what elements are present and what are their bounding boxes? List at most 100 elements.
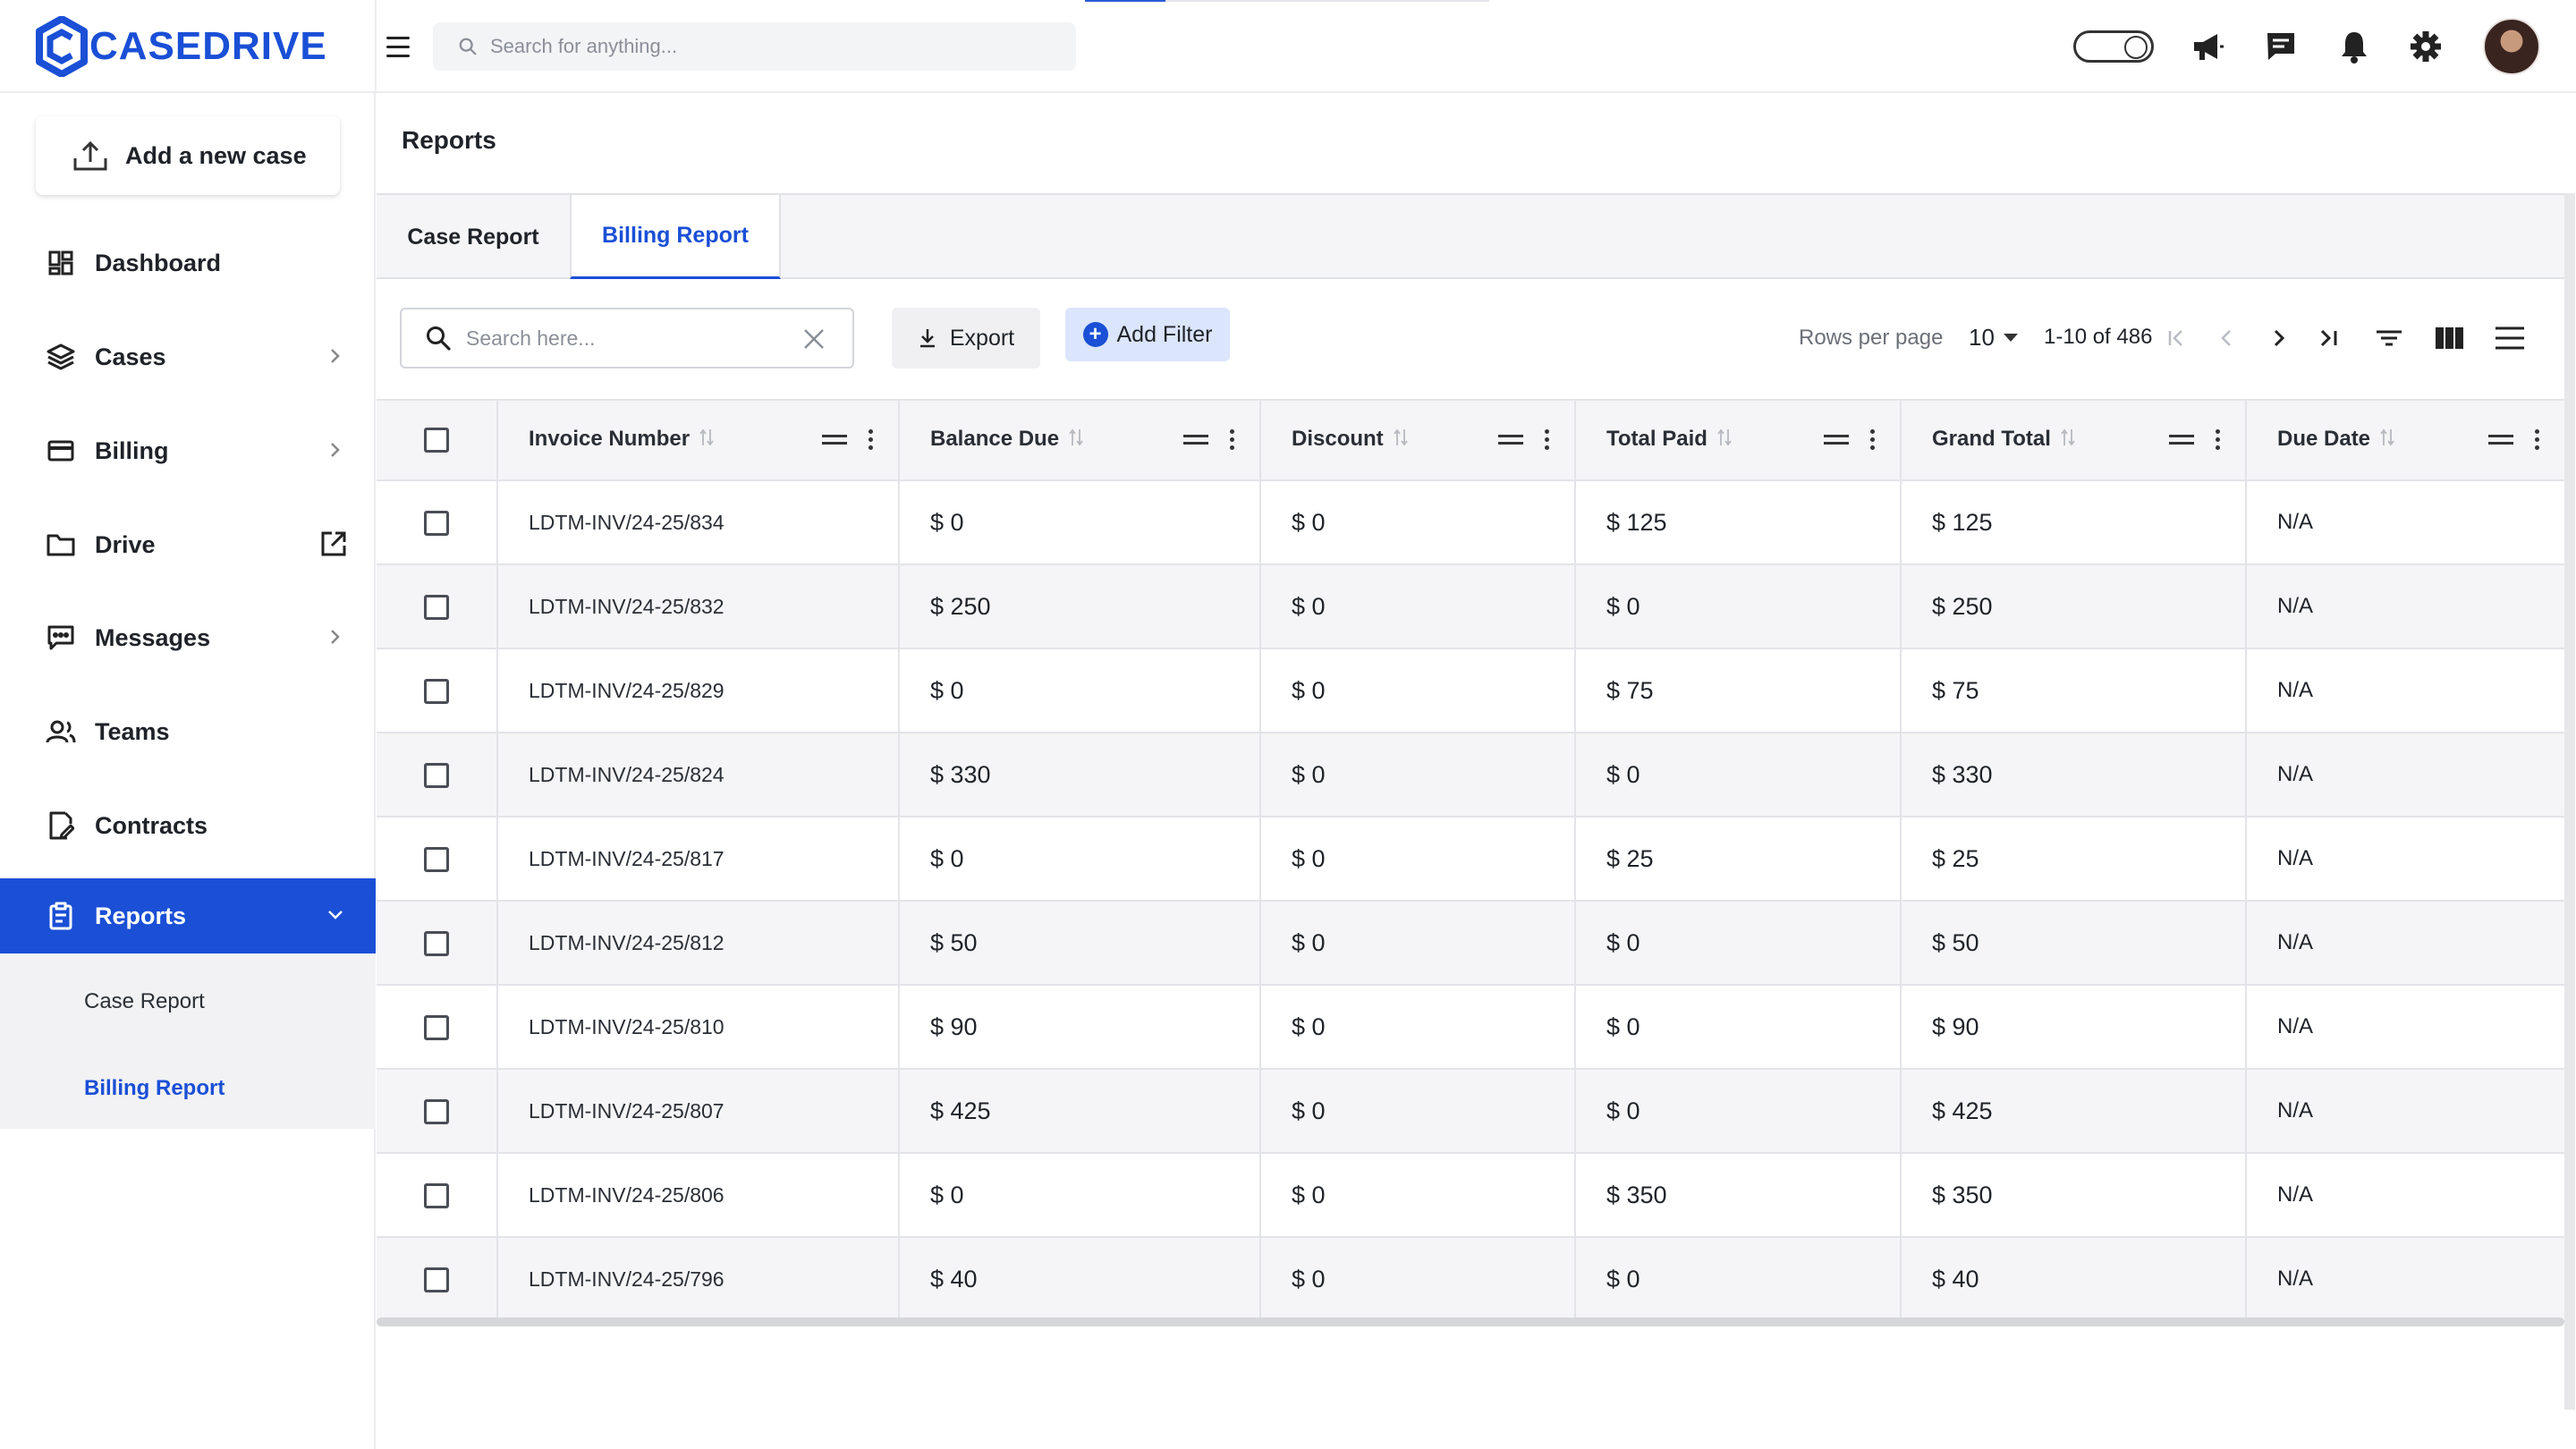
tab-billing-report[interactable]: Billing Report [570, 195, 781, 279]
row-checkbox[interactable] [424, 763, 449, 789]
sun-icon [2124, 36, 2148, 59]
column-menu-icon[interactable] [1230, 429, 1234, 450]
sidebar-item-cases[interactable]: Cases [0, 319, 376, 394]
row-checkbox[interactable] [424, 679, 449, 705]
sort-icon[interactable] [2379, 428, 2395, 453]
column-menu-icon[interactable] [1870, 429, 1875, 450]
table-search-input[interactable] [466, 326, 788, 351]
sort-icon[interactable] [1068, 428, 1084, 453]
column-header-due-date[interactable]: Due Date [2246, 400, 2564, 481]
density-icon[interactable] [2492, 320, 2528, 356]
column-drag-handle-icon[interactable] [1498, 435, 1523, 445]
column-header-discount[interactable]: Discount [1260, 400, 1576, 481]
column-drag-handle-icon[interactable] [1824, 435, 1849, 445]
column-header-balance-due[interactable]: Balance Due [899, 400, 1261, 481]
sidebar-item-dashboard[interactable]: Dashboard [0, 225, 376, 301]
sort-icon[interactable] [699, 428, 715, 453]
table-row[interactable]: LDTM-INV/24-25/817 $ 0 $ 0 $ 25 $ 25 N/A [377, 817, 2564, 902]
external-link-icon[interactable] [318, 529, 349, 559]
row-checkbox[interactable] [424, 1015, 449, 1041]
previous-page-icon[interactable] [2209, 320, 2245, 356]
column-menu-icon[interactable] [869, 429, 873, 450]
sidebar-item-contracts[interactable]: Contracts [0, 788, 376, 863]
column-header-invoice-number[interactable]: Invoice Number [497, 400, 900, 481]
row-checkbox[interactable] [424, 1099, 449, 1125]
table-row[interactable]: LDTM-INV/24-25/824 $ 330 $ 0 $ 0 $ 330 N/A [377, 733, 2564, 818]
vertical-scrollbar[interactable] [2564, 193, 2575, 1410]
megaphone-icon[interactable] [2190, 29, 2225, 64]
column-header-grand-total[interactable]: Grand Total [1901, 400, 2247, 481]
table-row[interactable]: LDTM-INV/24-25/834 $ 0 $ 0 $ 125 $ 125 N/A [377, 480, 2564, 565]
column-menu-icon[interactable] [2535, 429, 2539, 450]
table-row[interactable]: LDTM-INV/24-25/807 $ 425 $ 0 $ 0 $ 425 N/A [377, 1069, 2564, 1154]
due-date-cell: N/A [2246, 648, 2564, 733]
due-date-cell: N/A [2246, 1237, 2564, 1322]
row-checkbox[interactable] [424, 1183, 449, 1209]
row-checkbox[interactable] [424, 847, 449, 873]
filter-lines-icon[interactable] [2371, 320, 2407, 356]
submenu-item-billing-report[interactable]: Billing Report [84, 1076, 225, 1101]
next-page-icon[interactable] [2260, 320, 2296, 356]
column-drag-handle-icon[interactable] [2169, 435, 2194, 445]
due-date-cell: N/A [2246, 901, 2564, 986]
theme-toggle[interactable] [2073, 30, 2154, 63]
first-page-icon[interactable] [2158, 320, 2194, 356]
column-header-total-paid[interactable]: Total Paid [1575, 400, 1902, 481]
search-icon [427, 326, 451, 351]
table-row[interactable]: LDTM-INV/24-25/810 $ 90 $ 0 $ 0 $ 90 N/A [377, 985, 2564, 1070]
sidebar-item-drive[interactable]: Drive [0, 507, 376, 582]
column-menu-icon[interactable] [1545, 429, 1549, 450]
table-row[interactable]: LDTM-INV/24-25/796 $ 40 $ 0 $ 0 $ 40 N/A [377, 1237, 2564, 1322]
column-header-label: Balance Due [930, 427, 1060, 452]
table-row[interactable]: LDTM-INV/24-25/832 $ 250 $ 0 $ 0 $ 250 N/A [377, 564, 2564, 649]
sidebar-item-messages[interactable]: Messages [0, 600, 376, 675]
app-logo[interactable]: CASEDRIVE [36, 13, 376, 80]
columns-icon[interactable] [2432, 320, 2468, 356]
hamburger-menu-icon[interactable] [386, 29, 422, 64]
row-select-cell [377, 1069, 498, 1154]
sort-icon[interactable] [1393, 428, 1409, 453]
sidebar-item-billing[interactable]: Billing [0, 413, 376, 488]
add-new-case-button[interactable]: Add a new case [36, 116, 340, 195]
gear-icon[interactable] [2408, 29, 2444, 64]
discount-cell: $ 0 [1260, 901, 1576, 986]
column-drag-handle-icon[interactable] [2488, 435, 2513, 445]
export-button[interactable]: Export [892, 308, 1040, 369]
global-search[interactable] [433, 22, 1076, 71]
column-header-label: Due Date [2277, 427, 2371, 452]
add-filter-button[interactable]: + Add Filter [1065, 308, 1230, 361]
select-all-checkbox[interactable] [424, 428, 449, 453]
global-search-input[interactable] [490, 35, 1027, 58]
avatar[interactable] [2483, 18, 2540, 75]
main-content: Reports Case Report Billing Report Expor… [377, 94, 2576, 1449]
sidebar-item-reports[interactable]: Reports [0, 878, 376, 953]
bell-icon[interactable] [2336, 29, 2372, 64]
row-checkbox[interactable] [424, 511, 449, 537]
grand-total-cell: $ 90 [1901, 985, 2247, 1070]
clear-search-icon[interactable] [802, 327, 826, 355]
balance-due-cell: $ 0 [899, 1153, 1261, 1238]
sidebar-item-teams[interactable]: Teams [0, 694, 376, 769]
row-checkbox[interactable] [424, 595, 449, 621]
table-row[interactable]: LDTM-INV/24-25/806 $ 0 $ 0 $ 350 $ 350 N/A [377, 1153, 2564, 1238]
horizontal-scrollbar[interactable] [377, 1318, 2564, 1326]
balance-due-cell: $ 90 [899, 985, 1261, 1070]
table-row[interactable]: LDTM-INV/24-25/812 $ 50 $ 0 $ 0 $ 50 N/A [377, 901, 2564, 986]
table-row[interactable]: LDTM-INV/24-25/829 $ 0 $ 0 $ 75 $ 75 N/A [377, 648, 2564, 733]
last-page-icon[interactable] [2311, 320, 2347, 356]
table-search[interactable] [400, 308, 854, 369]
sidebar-item-label: Billing [95, 436, 169, 464]
rows-per-page-select[interactable]: 10 [1969, 322, 2024, 352]
column-menu-icon[interactable] [2216, 429, 2220, 450]
sort-icon[interactable] [1716, 428, 1733, 453]
row-checkbox[interactable] [424, 1267, 449, 1293]
tab-case-report[interactable]: Case Report [377, 195, 570, 279]
column-drag-handle-icon[interactable] [1183, 435, 1208, 445]
grand-total-cell: $ 125 [1901, 480, 2247, 565]
submenu-item-case-report[interactable]: Case Report [84, 989, 205, 1014]
chat-icon[interactable] [2263, 29, 2299, 64]
column-drag-handle-icon[interactable] [822, 435, 847, 445]
sort-icon[interactable] [2060, 428, 2076, 453]
row-checkbox[interactable] [424, 931, 449, 957]
due-date-cell: N/A [2246, 1069, 2564, 1154]
